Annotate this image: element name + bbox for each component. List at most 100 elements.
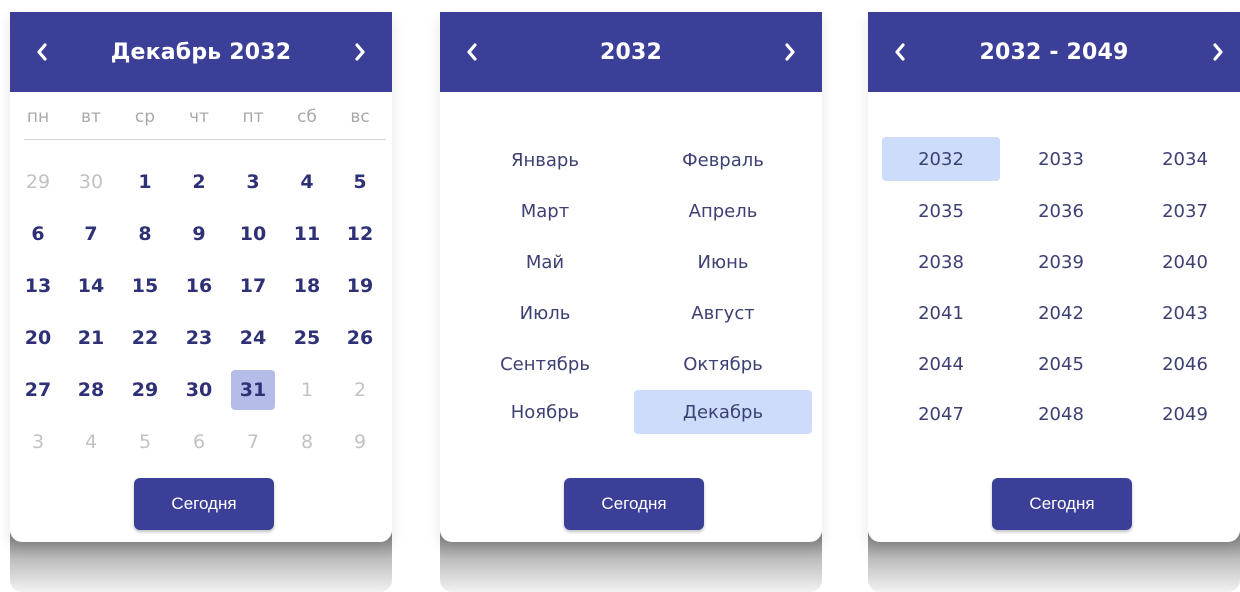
year-cell[interactable]: 2033: [1002, 137, 1120, 181]
day-cell[interactable]: 7: [69, 214, 113, 254]
weekday-label: вс: [350, 107, 370, 127]
day-cell[interactable]: 2: [177, 162, 221, 202]
month-cell-selected[interactable]: Декабрь: [634, 390, 812, 434]
day-cell[interactable]: 14: [69, 266, 113, 306]
year-cell[interactable]: 2045: [1002, 342, 1120, 386]
weekday-label: ср: [134, 107, 156, 127]
chevron-right-icon: [785, 43, 795, 61]
day-cell[interactable]: 17: [231, 266, 275, 306]
next-range-button[interactable]: [1200, 34, 1236, 70]
day-cell-outside-month[interactable]: 6: [177, 422, 221, 462]
year-picker-title[interactable]: 2032 - 2049: [979, 40, 1128, 65]
year-cell[interactable]: 2037: [1126, 189, 1240, 233]
day-cell[interactable]: 1: [123, 162, 167, 202]
day-cell[interactable]: 5: [338, 162, 382, 202]
month-cell[interactable]: Ноябрь: [456, 390, 634, 434]
weekday-label: пт: [242, 107, 264, 127]
day-cell-outside-month[interactable]: 1: [285, 370, 329, 410]
weekday-label: чт: [189, 107, 209, 127]
day-cell[interactable]: 24: [231, 318, 275, 358]
day-cell[interactable]: 11: [285, 214, 329, 254]
today-button[interactable]: Сегодня: [134, 478, 274, 530]
month-cell[interactable]: Март: [456, 189, 634, 233]
day-cell[interactable]: 4: [285, 162, 329, 202]
day-cell[interactable]: 13: [16, 266, 60, 306]
month-cell[interactable]: Январь: [456, 138, 634, 182]
day-cell[interactable]: 15: [123, 266, 167, 306]
month-cell[interactable]: Июль: [456, 291, 634, 335]
chevron-left-icon: [895, 43, 905, 61]
weekday-row: пн вт ср чт пт сб вс: [24, 96, 386, 140]
calendar-views: Декабрь 2032 пн вт ср чт пт сб вс 29 30 1 2 3 4 5 6 7 8…: [0, 0, 1240, 592]
day-cell[interactable]: 27: [16, 370, 60, 410]
day-cell[interactable]: 12: [338, 214, 382, 254]
day-cell[interactable]: 19: [338, 266, 382, 306]
year-cell[interactable]: 2038: [882, 240, 1000, 284]
weekday-label: сб: [297, 107, 317, 127]
day-cell-outside-month[interactable]: 7: [231, 422, 275, 462]
day-cell[interactable]: 6: [16, 214, 60, 254]
prev-year-button[interactable]: [454, 34, 490, 70]
day-cell[interactable]: 3: [231, 162, 275, 202]
next-month-button[interactable]: [342, 34, 378, 70]
day-cell-outside-month[interactable]: 30: [69, 162, 113, 202]
year-cell[interactable]: 2034: [1126, 137, 1240, 181]
month-picker-title[interactable]: 2032: [600, 40, 662, 65]
day-cell-outside-month[interactable]: 9: [338, 422, 382, 462]
today-button[interactable]: Сегодня: [564, 478, 704, 530]
year-cell[interactable]: 2044: [882, 342, 1000, 386]
day-cell[interactable]: 23: [177, 318, 221, 358]
year-cell[interactable]: 2039: [1002, 240, 1120, 284]
day-cell[interactable]: 20: [16, 318, 60, 358]
month-cell[interactable]: Октябрь: [634, 342, 812, 386]
day-cell-outside-month[interactable]: 2: [338, 370, 382, 410]
day-cell[interactable]: 22: [123, 318, 167, 358]
year-cell[interactable]: 2042: [1002, 291, 1120, 335]
year-cell-selected[interactable]: 2032: [882, 137, 1000, 181]
chevron-left-icon: [467, 43, 477, 61]
day-cell[interactable]: 30: [177, 370, 221, 410]
chevron-right-icon: [1213, 43, 1223, 61]
day-cell[interactable]: 16: [177, 266, 221, 306]
day-cell[interactable]: 21: [69, 318, 113, 358]
month-cell[interactable]: Май: [456, 240, 634, 284]
day-cell[interactable]: 8: [123, 214, 167, 254]
day-cell[interactable]: 26: [338, 318, 382, 358]
year-cell[interactable]: 2041: [882, 291, 1000, 335]
day-cell[interactable]: 10: [231, 214, 275, 254]
next-year-button[interactable]: [772, 34, 808, 70]
month-cell[interactable]: Август: [634, 291, 812, 335]
prev-range-button[interactable]: [882, 34, 918, 70]
month-cell[interactable]: Февраль: [634, 138, 812, 182]
weekday-label: пн: [26, 107, 50, 127]
year-cell[interactable]: 2035: [882, 189, 1000, 233]
day-cell[interactable]: 29: [123, 370, 167, 410]
day-cell-outside-month[interactable]: 8: [285, 422, 329, 462]
day-cell-outside-month[interactable]: 5: [123, 422, 167, 462]
day-cell[interactable]: 28: [69, 370, 113, 410]
year-picker-panel: 2032 - 2049 2032 2033 2034 2035 2036 2037 2038…: [868, 12, 1240, 542]
day-picker-title[interactable]: Декабрь 2032: [111, 40, 292, 65]
year-cell[interactable]: 2048: [1002, 392, 1120, 436]
year-cell[interactable]: 2049: [1126, 392, 1240, 436]
day-cell[interactable]: 18: [285, 266, 329, 306]
month-picker-panel: 2032 Январь Февраль Март Апрель Май Июнь Июль А…: [440, 12, 822, 542]
prev-month-button[interactable]: [24, 34, 60, 70]
month-cell[interactable]: Июнь: [634, 240, 812, 284]
year-cell[interactable]: 2046: [1126, 342, 1240, 386]
month-picker-header: 2032: [440, 12, 822, 92]
month-cell[interactable]: Апрель: [634, 189, 812, 233]
chevron-left-icon: [37, 43, 47, 61]
day-cell-outside-month[interactable]: 4: [69, 422, 113, 462]
day-cell-outside-month[interactable]: 29: [16, 162, 60, 202]
day-cell-outside-month[interactable]: 3: [16, 422, 60, 462]
year-cell[interactable]: 2043: [1126, 291, 1240, 335]
today-button[interactable]: Сегодня: [992, 478, 1132, 530]
day-cell-selected[interactable]: 31: [231, 370, 275, 410]
year-cell[interactable]: 2036: [1002, 189, 1120, 233]
month-cell[interactable]: Сентябрь: [456, 342, 634, 386]
year-cell[interactable]: 2047: [882, 392, 1000, 436]
year-cell[interactable]: 2040: [1126, 240, 1240, 284]
day-cell[interactable]: 9: [177, 214, 221, 254]
day-cell[interactable]: 25: [285, 318, 329, 358]
